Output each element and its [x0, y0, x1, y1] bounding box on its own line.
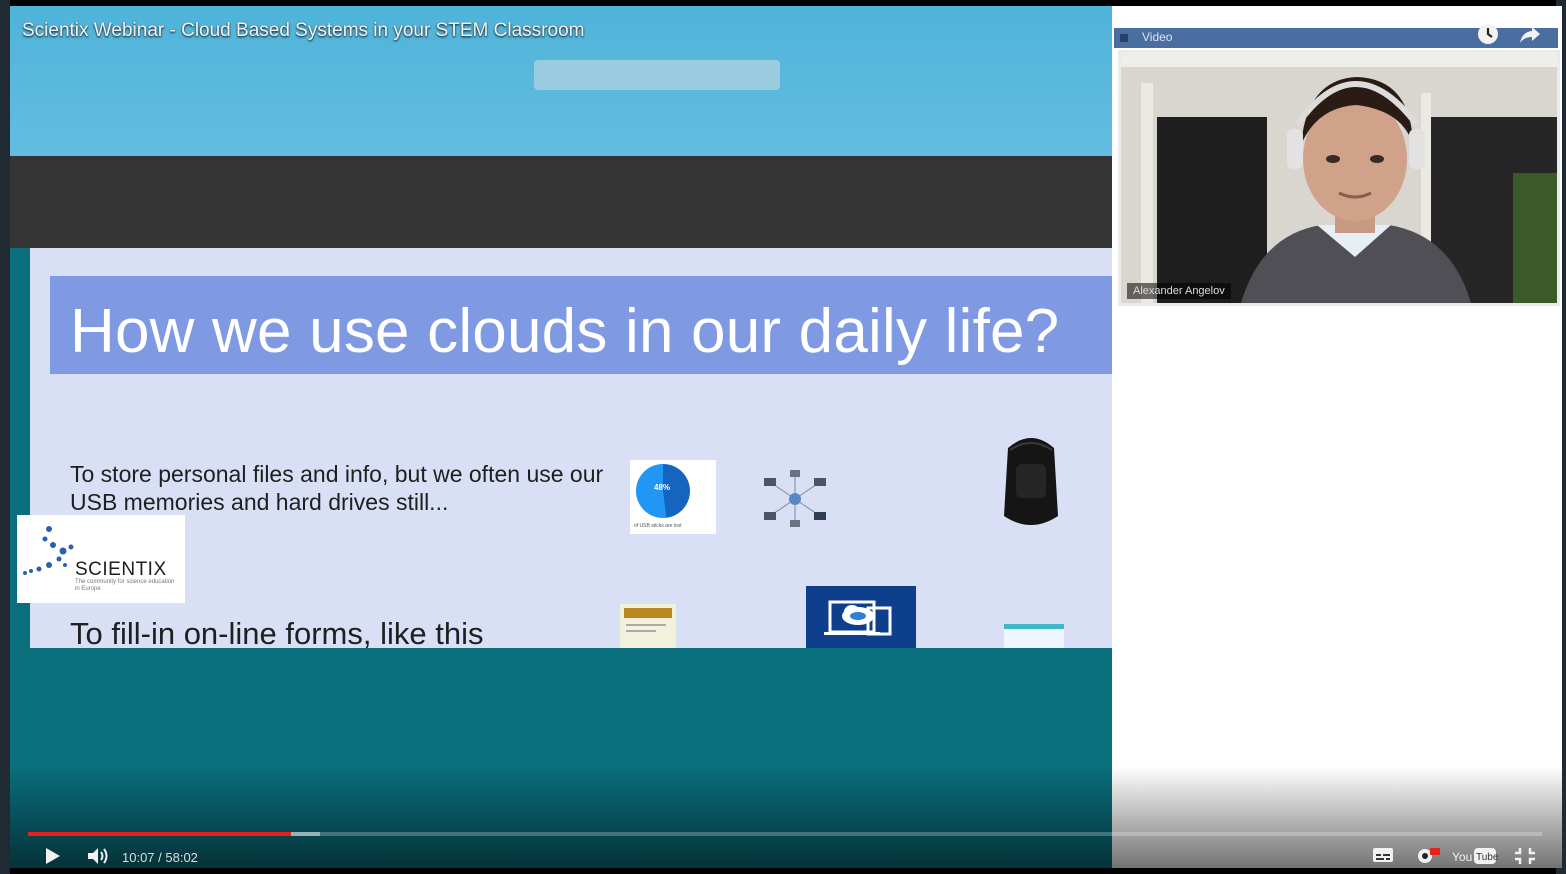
blurred-tab-pill: [534, 60, 780, 90]
youtube-logo-icon[interactable]: You Tube: [1452, 846, 1498, 866]
screen-share: How we use clouds in our daily life? To …: [10, 6, 1112, 868]
logo-tagline: The community for science education in E…: [75, 579, 175, 592]
time-display: 10:07 / 58:02: [122, 850, 198, 865]
form-thumbnail-line: [626, 624, 666, 626]
settings-icon[interactable]: [1414, 846, 1440, 866]
slide-bullet-forms: To fill-in on-line forms, like this: [70, 616, 484, 648]
form-thumbnail-header: [624, 608, 672, 618]
watch-later-icon[interactable]: [1476, 22, 1500, 46]
fullscreen-exit-icon[interactable]: [1514, 846, 1536, 866]
captions-icon[interactable]: [1372, 846, 1394, 864]
logo-wordmark: SCIENTIX: [75, 559, 167, 580]
form-thumbnail: [620, 604, 676, 648]
slide-title: How we use clouds in our daily life?: [70, 297, 1060, 366]
webcam-video: Alexander Angelov: [1118, 50, 1560, 306]
empty-panel: [1112, 306, 1562, 830]
scientix-logo: SCIENTIX The community for science educa…: [17, 515, 185, 603]
webcam-panel-label: Video: [1142, 30, 1173, 44]
cloud-devices-icon: [806, 586, 916, 648]
presentation-slide: How we use clouds in our daily life? To …: [30, 248, 1112, 648]
form-thumbnail-line: [626, 630, 656, 632]
svg-text:You: You: [1452, 850, 1472, 864]
progress-played: [28, 832, 292, 836]
panel-menu-icon: [1120, 34, 1128, 42]
share-toolbar-band: [10, 156, 1112, 248]
fitness-band-icon: [1004, 438, 1058, 525]
slide-bullet-storage: To store personal files and info, but we…: [70, 461, 604, 515]
play-icon[interactable]: [44, 846, 62, 866]
scientix-dots-icon: [23, 526, 74, 575]
svg-text:Tube: Tube: [1476, 852, 1498, 863]
video-frame[interactable]: How we use clouds in our daily life? To …: [10, 6, 1562, 868]
slide-title-bar: How we use clouds in our daily life?: [50, 276, 1112, 374]
presenter-name-tag: Alexander Angelov: [1127, 283, 1231, 299]
left-edge: [0, 0, 10, 874]
top-actions: [1476, 22, 1542, 46]
video-player[interactable]: How we use clouds in our daily life? To …: [0, 0, 1566, 874]
video-title[interactable]: Scientix Webinar - Cloud Based Systems i…: [22, 20, 584, 42]
pie-caption: of USB sticks are lost: [634, 523, 682, 529]
share-icon[interactable]: [1518, 22, 1542, 46]
player-controls: 10:07 / 58:02 You Tube: [10, 842, 1562, 868]
progress-bar[interactable]: [28, 832, 1542, 836]
pie-percent: 48%: [654, 483, 671, 492]
online-form-thumbnail: [1004, 624, 1064, 648]
volume-icon[interactable]: [86, 846, 110, 866]
presenter-video-image: [1121, 53, 1557, 303]
network-devices-icon: [764, 470, 826, 527]
usb-stat-image: 48% of USB sticks are lost: [630, 460, 716, 534]
